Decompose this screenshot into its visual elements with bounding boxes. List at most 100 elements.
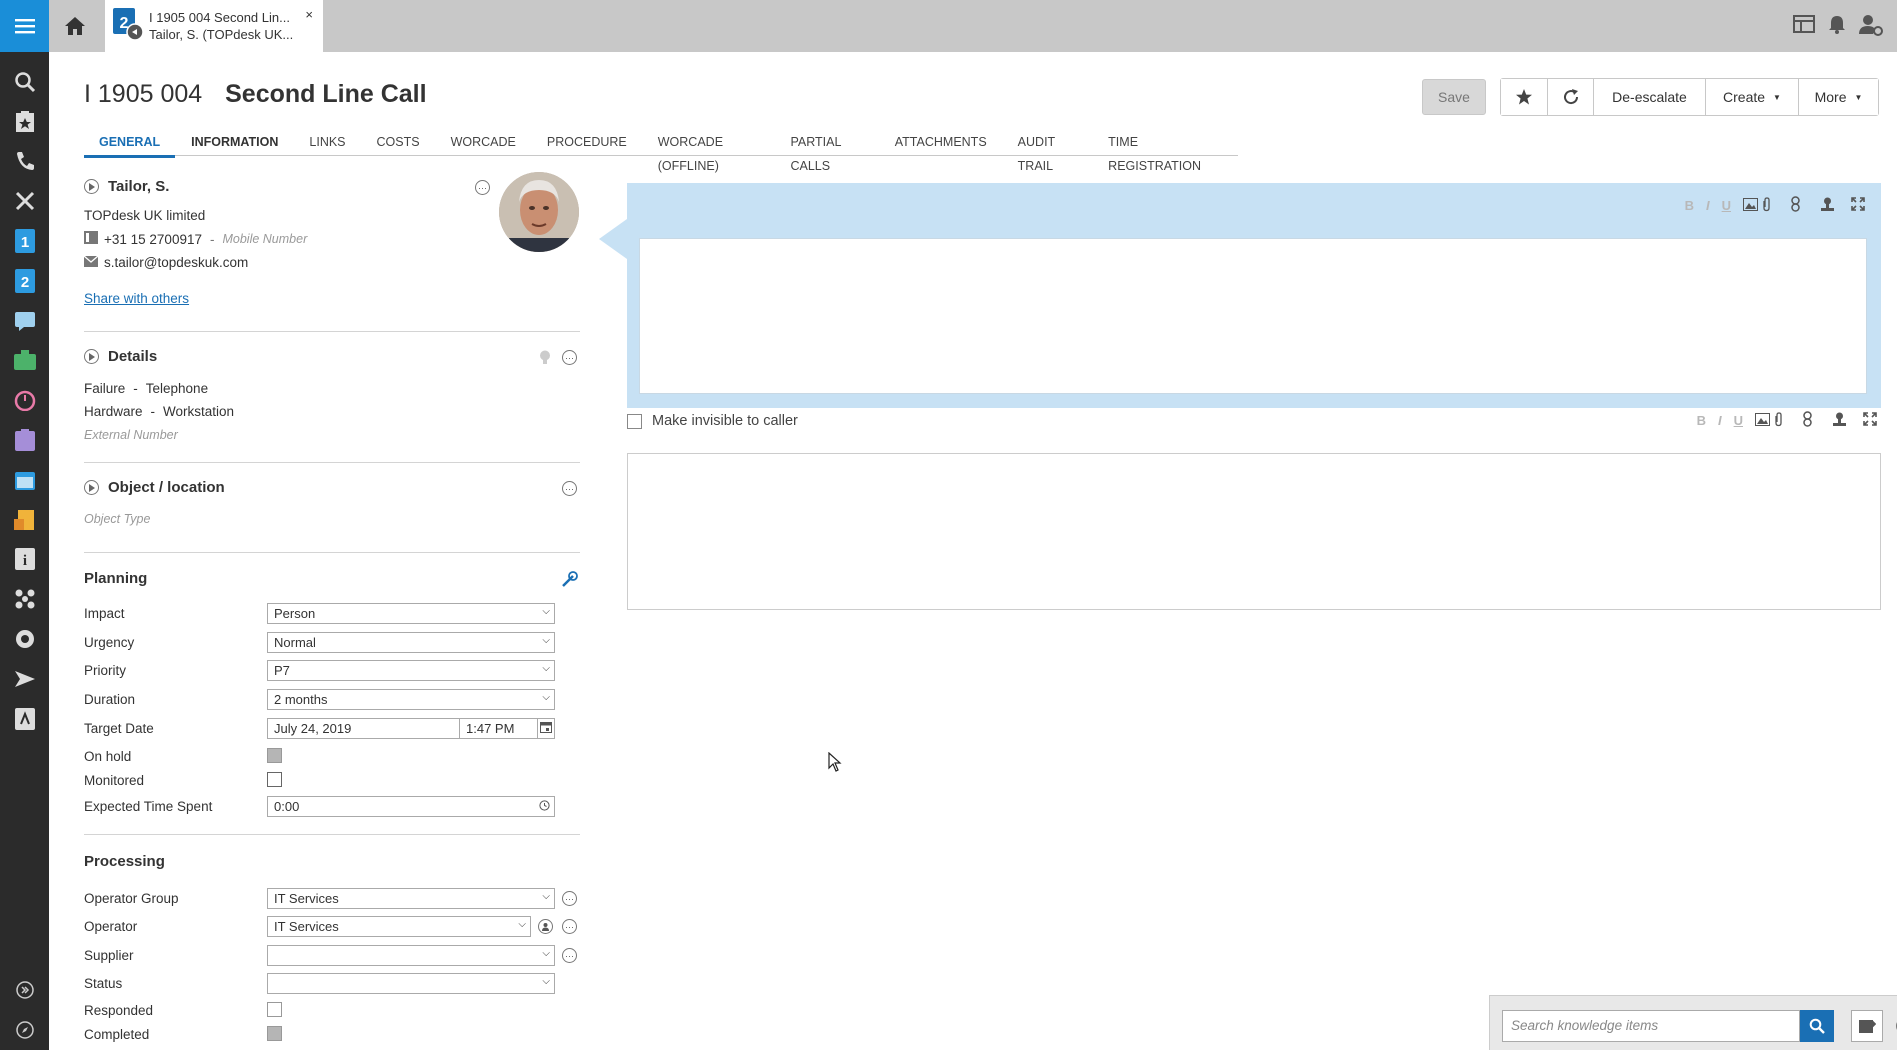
supplier-select[interactable]: ⌵ <box>267 945 555 966</box>
paperclip-icon[interactable] <box>1762 196 1771 215</box>
italic-button[interactable]: I <box>1706 198 1710 213</box>
operator-person-icon[interactable] <box>538 919 553 934</box>
tools-icon[interactable] <box>0 181 49 221</box>
impact-select[interactable]: Person ⌵ <box>267 603 555 624</box>
object-location-header[interactable]: Object / location <box>84 479 225 496</box>
tab-general[interactable]: GENERAL <box>83 130 176 158</box>
caller-company: TOPdesk UK limited <box>84 208 206 223</box>
bold-button[interactable]: B <box>1685 198 1694 213</box>
tab-attachments[interactable]: ATTACHMENTS <box>895 130 987 156</box>
modules-icon[interactable] <box>0 579 49 619</box>
tab-time-registration[interactable]: TIME REGISTRATION <box>1108 130 1207 173</box>
expand-details-icon[interactable] <box>84 349 99 364</box>
search-icon[interactable] <box>0 62 49 102</box>
fullscreen-icon[interactable] <box>1863 412 1877 429</box>
details-more-icon[interactable]: ··· <box>562 350 577 365</box>
close-tab-icon[interactable]: × <box>305 6 313 23</box>
second-line-icon[interactable]: 2 <box>0 261 49 301</box>
tab-procedure[interactable]: PROCEDURE <box>547 130 627 156</box>
create-dropdown-button[interactable]: Create ▼ <box>1705 79 1798 115</box>
chat-cloud-icon[interactable] <box>0 301 49 341</box>
asset-icon[interactable] <box>0 500 49 540</box>
priority-select[interactable]: P7 ⌵ <box>267 660 555 681</box>
project-icon[interactable] <box>0 420 49 460</box>
bell-icon[interactable] <box>1827 14 1847 39</box>
open-knowledge-base-button[interactable] <box>1851 1010 1883 1042</box>
details-header[interactable]: Details <box>84 348 157 365</box>
first-line-icon[interactable]: 1 <box>0 221 49 261</box>
responded-checkbox[interactable] <box>267 1002 282 1017</box>
object-more-icon[interactable]: ··· <box>562 481 577 496</box>
target-date-input[interactable]: July 24, 2019 <box>267 718 460 739</box>
status-select[interactable]: ⌵ <box>267 973 555 994</box>
target-time-input[interactable]: 1:47 PM <box>459 718 538 739</box>
operator-group-more-icon[interactable]: ··· <box>562 891 577 906</box>
bookmark-star-icon[interactable] <box>0 102 49 142</box>
expand-object-icon[interactable] <box>84 480 99 495</box>
tab-information[interactable]: INFORMATION <box>191 130 278 156</box>
image-icon[interactable] <box>1743 197 1758 214</box>
expand-caller-icon[interactable] <box>84 179 99 194</box>
operator-more-icon[interactable]: ··· <box>562 919 577 934</box>
underline-button[interactable]: U <box>1734 413 1743 428</box>
tab-worcade[interactable]: WORCADE <box>451 130 516 156</box>
open-call-tab[interactable]: 2 I 1905 004 Second Lin... Tailor, S. (T… <box>105 0 323 52</box>
refresh-button[interactable] <box>1547 79 1593 115</box>
link-icon[interactable] <box>1803 411 1812 430</box>
caller-more-icon[interactable]: ··· <box>475 180 490 195</box>
lightbulb-icon[interactable] <box>539 350 551 368</box>
caller-name[interactable]: Tailor, S. <box>108 178 169 195</box>
home-icon[interactable] <box>49 0 101 52</box>
urgency-select[interactable]: Normal ⌵ <box>267 632 555 653</box>
fullscreen-icon[interactable] <box>1851 197 1865 214</box>
de-escalate-button[interactable]: De-escalate <box>1593 79 1705 115</box>
change-icon[interactable] <box>0 341 49 381</box>
paperclip-icon[interactable] <box>1774 411 1783 430</box>
completed-checkbox[interactable] <box>267 1026 282 1041</box>
stamp-icon[interactable] <box>1820 197 1835 215</box>
user-settings-icon[interactable] <box>1859 14 1883 39</box>
invisible-to-caller-checkbox[interactable] <box>627 413 642 429</box>
expand-sidebar-icon[interactable] <box>0 970 49 1010</box>
save-button[interactable]: Save <box>1422 79 1486 115</box>
tab-links[interactable]: LINKS <box>309 130 345 156</box>
tab-partial-calls[interactable]: PARTIAL CALLS <box>790 130 863 173</box>
knowledge-search-input[interactable]: Search knowledge items <box>1502 1010 1800 1042</box>
phone-call-icon[interactable] <box>0 142 49 182</box>
more-dropdown-button[interactable]: More ▼ <box>1798 79 1878 115</box>
operator-group-select[interactable]: IT Services ⌵ <box>267 888 555 909</box>
tab-audit-trail[interactable]: AUDIT TRAIL <box>1018 130 1078 173</box>
image-icon[interactable] <box>1755 412 1770 429</box>
knowledge-icon[interactable] <box>0 619 49 659</box>
tab-worcade-offline[interactable]: WORCADE (OFFLINE) <box>658 130 760 173</box>
timer-icon[interactable] <box>0 380 49 420</box>
stamp-icon[interactable] <box>1832 412 1847 430</box>
caller-email[interactable]: s.tailor@topdeskuk.com <box>104 255 248 270</box>
planning-wand-icon[interactable] <box>561 571 578 591</box>
dashboard-icon[interactable] <box>1793 14 1815 39</box>
share-with-others-link[interactable]: Share with others <box>84 291 189 306</box>
on-hold-checkbox[interactable] <box>267 748 282 763</box>
compass-icon[interactable] <box>0 1010 49 1050</box>
tab-costs[interactable]: COSTS <box>377 130 420 156</box>
calendar-icon[interactable] <box>0 460 49 500</box>
italic-button[interactable]: I <box>1718 413 1722 428</box>
supplier-more-icon[interactable]: ··· <box>562 948 577 963</box>
knowledge-search-button[interactable] <box>1800 1010 1834 1042</box>
caller-phone[interactable]: +31 15 2700917 <box>104 232 202 247</box>
monitored-checkbox[interactable] <box>267 772 282 787</box>
link-icon[interactable] <box>1791 196 1800 215</box>
calendar-picker-icon[interactable] <box>537 718 555 739</box>
operator-select[interactable]: IT Services ⌵ <box>267 916 531 937</box>
underline-button[interactable]: U <box>1722 198 1731 213</box>
request-textarea[interactable] <box>639 238 1867 394</box>
expected-time-input[interactable]: 0:00 <box>267 796 555 817</box>
bookmark-star-button[interactable] <box>1501 79 1547 115</box>
bold-button[interactable]: B <box>1697 413 1706 428</box>
info-icon[interactable]: i <box>0 540 49 580</box>
send-icon[interactable] <box>0 659 49 699</box>
hamburger-menu-icon[interactable] <box>0 0 49 52</box>
reports-icon[interactable] <box>0 699 49 739</box>
duration-select[interactable]: 2 months ⌵ <box>267 689 555 710</box>
action-textarea[interactable] <box>627 453 1881 610</box>
